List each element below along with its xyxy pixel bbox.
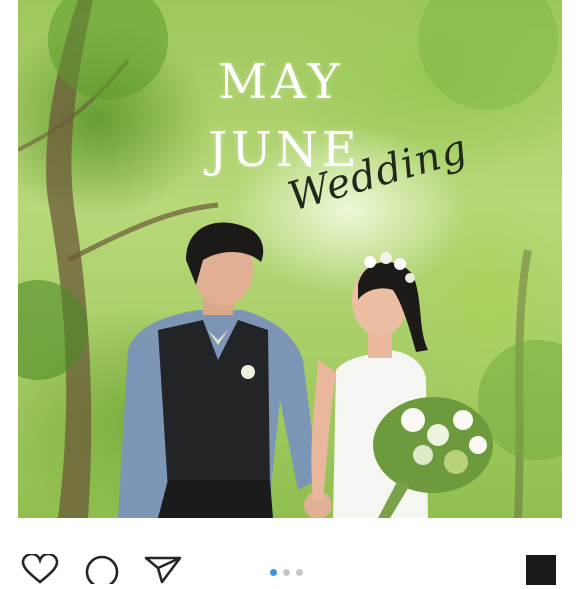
post-action-bar xyxy=(0,518,580,589)
carousel-indicator xyxy=(270,569,303,576)
post-image[interactable]: MAY JUNE Wedding xyxy=(18,0,562,518)
save-button[interactable] xyxy=(526,555,556,585)
title-may: MAY xyxy=(218,54,344,110)
carousel-dot[interactable] xyxy=(283,569,290,576)
carousel-dot[interactable] xyxy=(296,569,303,576)
carousel-dot-active[interactable] xyxy=(270,569,277,576)
